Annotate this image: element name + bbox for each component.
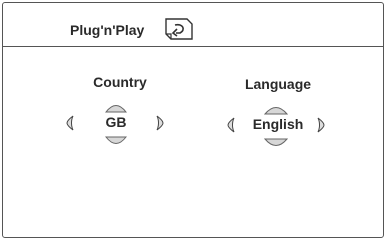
header-bar: Plug'n'Play	[3, 3, 383, 47]
down-arrow-icon[interactable]	[264, 138, 288, 150]
page-title: Plug'n'Play	[70, 22, 145, 38]
return-icon	[165, 18, 193, 40]
chevron-left-icon[interactable]	[65, 115, 75, 131]
down-arrow-icon[interactable]	[105, 136, 127, 148]
language-label: Language	[244, 76, 312, 92]
language-value[interactable]: English	[242, 116, 314, 132]
chevron-right-icon[interactable]	[155, 115, 165, 131]
chevron-right-icon[interactable]	[316, 117, 326, 133]
up-arrow-icon[interactable]	[105, 101, 127, 113]
chevron-left-icon[interactable]	[226, 117, 236, 133]
country-label: Country	[93, 74, 147, 90]
up-arrow-icon[interactable]	[264, 103, 288, 115]
plug-n-play-panel: Plug'n'Play	[2, 2, 384, 238]
country-value[interactable]: GB	[90, 114, 142, 130]
